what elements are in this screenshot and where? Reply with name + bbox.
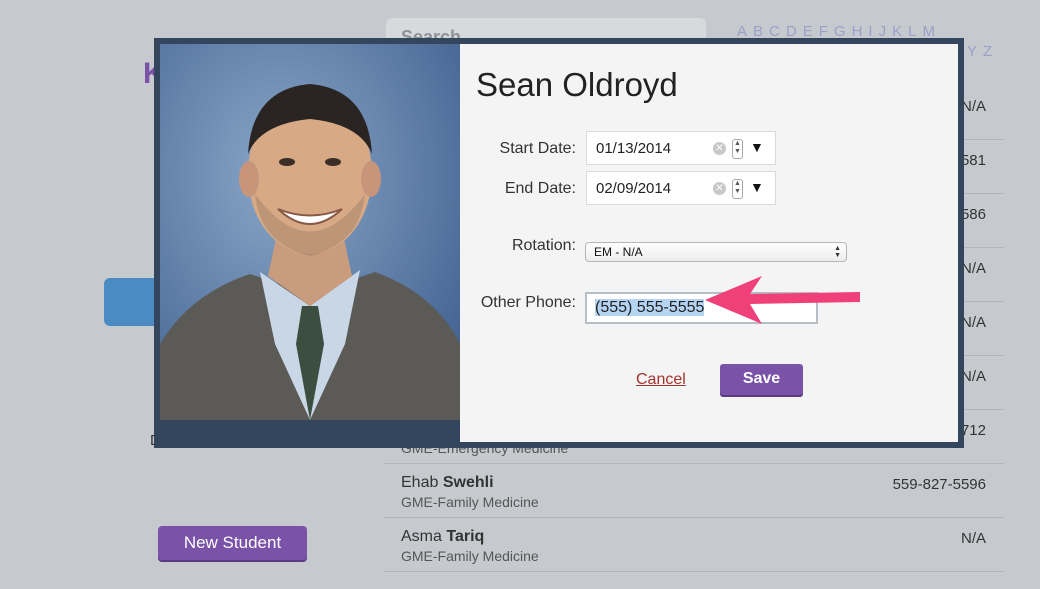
chevron-down-icon[interactable]: ▼: [750, 179, 764, 195]
phone-text: 581: [960, 152, 986, 169]
rotation-label: Rotation:: [511, 237, 576, 254]
start-date-field[interactable]: 01/13/2014 ✕ ▲ ▼ ▼: [586, 131, 776, 165]
start-date-label: Start Date:: [499, 140, 576, 157]
person-name: Ehab Swehli: [401, 474, 494, 491]
phone-text: N/A: [960, 260, 986, 277]
phone-text: N/A: [960, 530, 986, 547]
list-item[interactable]: Ehab Swehli GME-Family Medicine 559-827-…: [384, 464, 1004, 518]
start-date-value: 01/13/2014: [596, 140, 672, 157]
rotation-value: EM - N/A: [594, 245, 643, 259]
other-phone-value: (555) 555-5555: [595, 299, 705, 316]
select-arrows-icon: ▲ ▼: [834, 245, 841, 259]
edit-rotation-modal: Sean Oldroyd Start Date: 01/13/2014 ✕ ▲ ▼…: [154, 38, 964, 448]
new-student-button[interactable]: New Student: [158, 526, 307, 560]
annotation-arrow-icon: [705, 276, 860, 324]
end-date-value: 02/09/2014: [596, 180, 672, 197]
chevron-down-icon[interactable]: ▼: [750, 139, 764, 155]
profile-photo: [160, 44, 460, 420]
person-name-title: Sean Oldroyd: [476, 66, 678, 103]
alpha-letter[interactable]: Z: [983, 42, 992, 62]
phone-text: 586: [960, 206, 986, 223]
list-item[interactable]: Asma Tariq GME-Family Medicine N/A: [384, 518, 1004, 572]
end-date-label: End Date:: [504, 180, 576, 197]
alpha-letter[interactable]: Y: [967, 42, 977, 62]
cancel-link[interactable]: Cancel: [636, 371, 686, 389]
department-text: GME-Family Medicine: [401, 548, 539, 564]
stepper-icon[interactable]: ▲ ▼: [732, 179, 743, 199]
other-phone-label: Other Phone:: [480, 294, 576, 311]
phone-text: N/A: [960, 98, 986, 115]
clear-icon[interactable]: ✕: [713, 182, 726, 195]
person-name: Asma Tariq: [401, 528, 485, 545]
rotation-select[interactable]: EM - N/A ▲ ▼: [585, 242, 847, 262]
clear-icon[interactable]: ✕: [713, 142, 726, 155]
phone-text: 559-827-5596: [892, 476, 986, 493]
phone-text: N/A: [960, 368, 986, 385]
department-text: GME-Family Medicine: [401, 494, 539, 510]
phone-text: N/A: [960, 314, 986, 331]
save-button[interactable]: Save: [720, 364, 803, 395]
end-date-field[interactable]: 02/09/2014 ✕ ▲ ▼ ▼: [586, 171, 776, 205]
phone-text: 712: [960, 422, 986, 439]
stepper-icon[interactable]: ▲ ▼: [732, 139, 743, 159]
edit-form-panel: Sean Oldroyd Start Date: 01/13/2014 ✕ ▲ ▼…: [460, 44, 958, 442]
